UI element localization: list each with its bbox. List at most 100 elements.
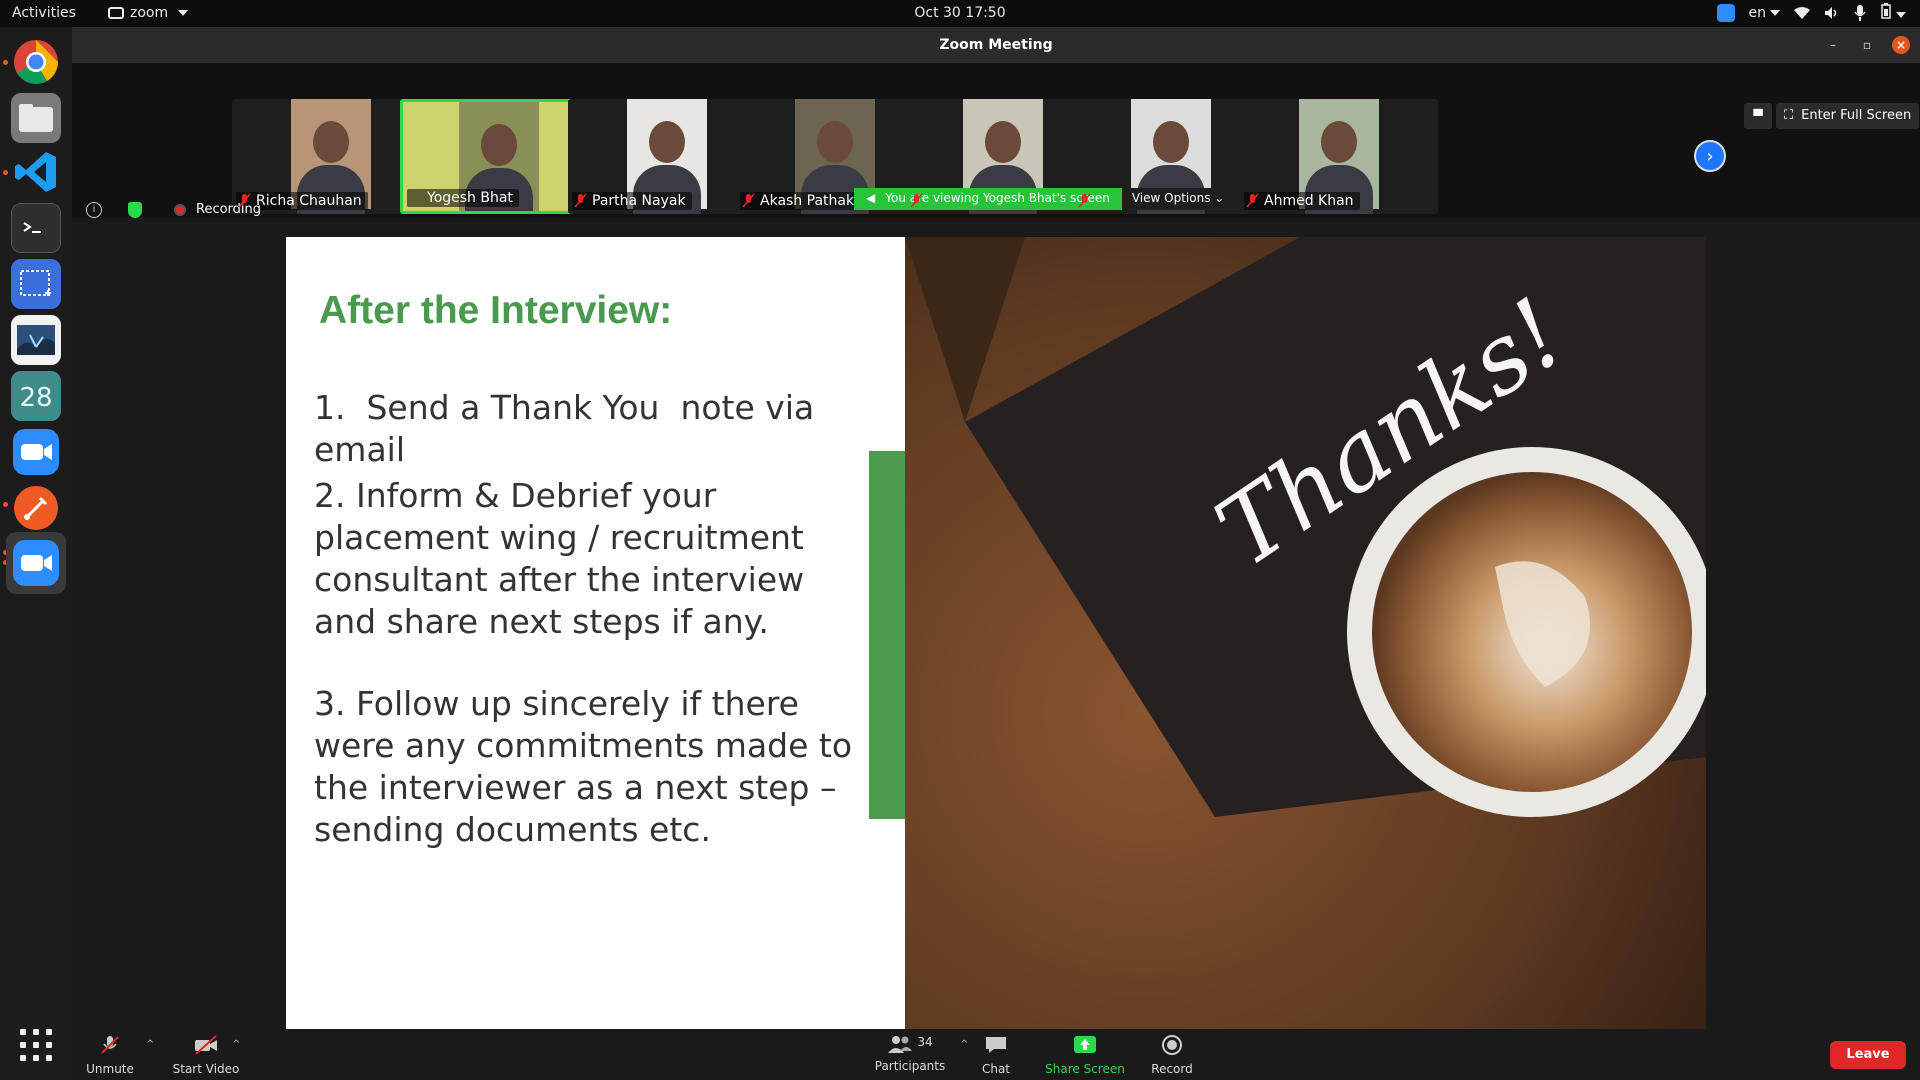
terminal-launcher[interactable] xyxy=(11,203,61,253)
muted-microphone-icon xyxy=(742,193,755,208)
record-icon xyxy=(1162,1035,1182,1055)
participant-count: 34 xyxy=(917,1035,933,1049)
avatar-silhouette xyxy=(313,121,349,163)
gallery-layout-button[interactable]: ▀ xyxy=(1744,103,1772,129)
enter-full-screen-label: Enter Full Screen xyxy=(1801,108,1912,123)
slide-point-3: 3. Follow up sincerely if there were any… xyxy=(314,684,863,849)
avatar-silhouette xyxy=(1321,121,1357,163)
show-applications-button[interactable] xyxy=(20,1029,52,1061)
share-screen-button[interactable]: Share Screen xyxy=(1040,1035,1130,1076)
record-button[interactable]: Record xyxy=(1142,1035,1202,1076)
wifi-icon[interactable] xyxy=(1794,6,1810,20)
coffee-table-image xyxy=(905,237,1706,1029)
avatar-silhouette xyxy=(985,121,1021,163)
minimize-button[interactable]: – xyxy=(1824,36,1842,54)
next-page-button[interactable]: › xyxy=(1694,140,1726,172)
zoom-meeting-launcher[interactable] xyxy=(6,532,66,594)
chat-button[interactable]: Chat xyxy=(966,1035,1026,1076)
running-indicator xyxy=(3,60,8,65)
running-indicator xyxy=(3,170,8,175)
participants-icon xyxy=(888,1036,913,1053)
vscode-icon xyxy=(15,152,56,192)
enter-full-screen-button[interactable]: ⛶ Enter Full Screen xyxy=(1776,103,1920,129)
keyboard-layout-label: en xyxy=(1748,5,1767,21)
avatar-silhouette xyxy=(649,121,685,163)
chevron-down-icon: ⌄ xyxy=(1214,191,1225,205)
muted-microphone-icon xyxy=(238,193,251,208)
recording-label: Recording xyxy=(196,202,262,217)
slide-accent-bar xyxy=(869,451,905,819)
zoom-icon xyxy=(13,540,59,586)
unmute-label: Unmute xyxy=(86,1062,134,1076)
calendar-icon: 28 xyxy=(19,383,52,413)
calendar-launcher[interactable]: 28 xyxy=(11,371,61,421)
keyboard-layout-indicator[interactable]: en xyxy=(1748,5,1780,21)
share-screen-icon xyxy=(1074,1036,1096,1053)
shield-icon[interactable] xyxy=(128,202,142,218)
muted-microphone-icon xyxy=(910,193,923,208)
chat-label: Chat xyxy=(981,1062,1011,1076)
shotwell-launcher[interactable] xyxy=(11,315,61,365)
terminal-icon xyxy=(23,222,41,233)
leave-button[interactable]: Leave xyxy=(1830,1041,1906,1069)
start-video-label: Start Video xyxy=(172,1062,240,1076)
chevron-down-icon xyxy=(1896,12,1906,18)
volume-icon[interactable] xyxy=(1824,6,1840,20)
record-label: Record xyxy=(1151,1062,1193,1076)
screenshot-launcher[interactable] xyxy=(11,259,61,309)
window-titlebar[interactable]: Zoom Meeting – ▫ × xyxy=(72,27,1920,63)
battery-icon xyxy=(1881,3,1891,19)
video-off-icon xyxy=(195,1035,217,1055)
participants-label: Participants xyxy=(874,1059,946,1073)
running-indicator xyxy=(3,502,8,507)
share-screen-label: Share Screen xyxy=(1045,1062,1125,1076)
postman-icon xyxy=(14,486,58,530)
restore-button[interactable]: ▫ xyxy=(1858,36,1876,54)
chrome-launcher[interactable] xyxy=(11,37,61,87)
chevron-down-icon xyxy=(1770,10,1780,16)
vscode-launcher[interactable] xyxy=(11,147,61,197)
system-top-bar: Activities zoom Oct 30 17:50 en xyxy=(0,0,1920,27)
unmute-button[interactable]: Unmute xyxy=(82,1035,138,1076)
muted-microphone-icon xyxy=(1246,193,1259,208)
dock: 28 xyxy=(0,27,72,1080)
video-options-caret[interactable]: ^ xyxy=(232,1039,240,1050)
zoom-icon xyxy=(13,429,59,475)
avatar-silhouette xyxy=(1153,121,1189,163)
avatar-silhouette xyxy=(817,121,853,163)
view-options-button[interactable]: View Options ⌄ xyxy=(1121,188,1237,210)
window-title: Zoom Meeting xyxy=(939,37,1053,53)
zoom-meeting-window: Zoom Meeting – ▫ × Richa Chauhan Yogesh B… xyxy=(72,27,1920,1080)
view-options-label: View Options xyxy=(1131,191,1211,205)
meeting-controls: Unmute ^ Start Video ^ 34 Participants ^… xyxy=(72,1029,1920,1080)
recording-icon xyxy=(174,204,186,216)
audio-options-caret[interactable]: ^ xyxy=(146,1039,154,1050)
system-tray: en xyxy=(1716,3,1906,23)
avatar-silhouette xyxy=(481,124,517,166)
slide-title: After the Interview: xyxy=(319,289,673,332)
files-launcher[interactable] xyxy=(11,93,61,143)
zoom-launcher[interactable] xyxy=(11,427,61,477)
clock[interactable]: Oct 30 17:50 xyxy=(0,5,1920,21)
folder-icon xyxy=(19,104,53,132)
microphone-icon[interactable] xyxy=(1854,5,1866,21)
shared-screen: After the Interview: 1. Send a Thank You… xyxy=(286,237,1706,1029)
close-button[interactable]: × xyxy=(1892,36,1910,54)
participants-button[interactable]: 34 Participants xyxy=(870,1035,950,1073)
postman-launcher[interactable] xyxy=(11,483,61,533)
photo-viewer-icon xyxy=(17,325,55,355)
info-icon[interactable]: i xyxy=(86,202,102,218)
chevron-right-icon: › xyxy=(1706,146,1714,167)
muted-microphone-icon xyxy=(574,193,587,208)
microphone-muted-icon xyxy=(101,1036,119,1054)
layout-icon: ▀ xyxy=(1753,109,1763,123)
screenshot-icon xyxy=(20,270,51,296)
thanks-coffee-image: Thanks! xyxy=(905,237,1706,1029)
chat-icon xyxy=(986,1037,1006,1053)
power-menu[interactable] xyxy=(1880,3,1906,23)
chrome-icon xyxy=(14,40,58,84)
zoom-tray-icon[interactable] xyxy=(1716,4,1735,22)
svg-text:28: 28 xyxy=(19,383,52,413)
slide-point-1: 1. Send a Thank You note via email xyxy=(314,388,825,469)
speaker-icon: ◀ xyxy=(866,191,876,205)
